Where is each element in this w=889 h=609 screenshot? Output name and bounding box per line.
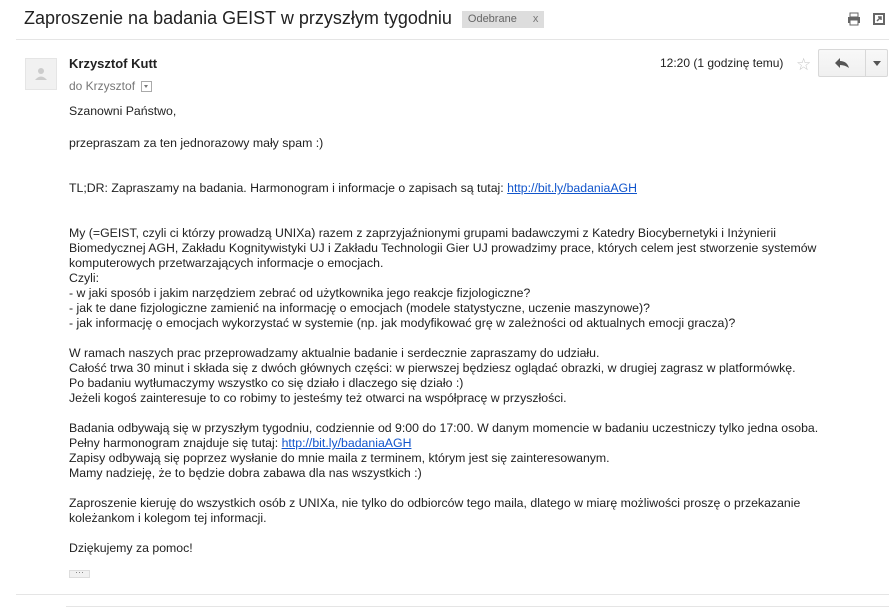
body-line: - w jaki sposób i jakim narzędziem zebra… — [69, 286, 531, 300]
label-remove-button[interactable]: x — [533, 11, 539, 28]
body-line: przepraszam za ten jednorazowy mały spam… — [69, 136, 324, 150]
body-line: W ramach naszych prac przeprowadzamy akt… — [69, 346, 600, 360]
closing: Dziękujemy za pomoc! — [69, 541, 193, 555]
subject-bar: Zaproszenie na badania GEIST w przyszłym… — [24, 8, 545, 29]
email-subject: Zaproszenie na badania GEIST w przyszłym… — [24, 8, 452, 28]
message-time[interactable]: 12:20 (1 godzinę temu) — [660, 56, 783, 70]
body-line: Po badaniu wytłumaczymy wszystko co się … — [69, 376, 464, 390]
more-actions-button[interactable] — [866, 49, 888, 77]
body-line: Zaproszenie kieruję do wszystkich osób z… — [69, 496, 801, 510]
recipients-label: do Krzysztof — [69, 79, 136, 93]
sender-name[interactable]: Krzysztof Kutt — [69, 56, 157, 71]
label-chip-text: Odebrane — [467, 13, 517, 25]
body-line: Biomedycznej AGH, Zakładu Kognitywistyki… — [69, 241, 817, 255]
tldr-text: TL;DR: Zapraszamy na badania. Harmonogra… — [69, 181, 508, 195]
body-line: - jak te dane fizjologiczne zamienić na … — [69, 301, 650, 315]
header-divider — [16, 39, 889, 40]
schedule-line: Pełny harmonogram znajduje się tutaj: ht… — [69, 436, 869, 451]
reply-box-edge — [66, 606, 889, 607]
body-line: My (=GEIST, czyli ci którzy prowadzą UNI… — [69, 226, 776, 240]
reply-button-group — [818, 49, 888, 77]
tldr-line: TL;DR: Zapraszamy na badania. Harmonogra… — [69, 181, 869, 196]
body-line: Mamy nadzieję, że to będzie dobra zabawa… — [69, 466, 422, 480]
message-body: Szanowni Państwo, przepraszam za ten jed… — [69, 104, 869, 556]
show-details-dropdown-icon[interactable] — [141, 80, 153, 92]
body-line: - jak informację o emocjach wykorzystać … — [69, 316, 736, 330]
recipients: do Krzysztof — [69, 79, 153, 93]
star-icon[interactable]: ☆ — [796, 55, 811, 75]
body-line: Czyli: — [69, 271, 100, 285]
avatar[interactable] — [25, 58, 57, 90]
body-line: komputerowych przetwarzających informacj… — [69, 256, 384, 270]
body-line: Całość trwa 30 minut i składa się z dwóc… — [69, 361, 796, 375]
person-icon — [35, 68, 47, 80]
reply-button[interactable] — [818, 49, 866, 77]
greeting: Szanowni Państwo, — [69, 104, 177, 118]
schedule-link[interactable]: http://bit.ly/badaniaAGH — [507, 181, 637, 195]
body-line: Zapisy odbywają się poprzez wysłanie do … — [69, 451, 610, 465]
show-trimmed-content-button[interactable]: ··· — [69, 568, 90, 578]
schedule-link-2[interactable]: http://bit.ly/badaniaAGH — [282, 436, 412, 450]
body-line: Badania odbywają się w przyszłym tygodni… — [69, 421, 819, 435]
label-chip-inbox[interactable]: Odebrane x — [461, 11, 545, 28]
reply-icon — [835, 58, 849, 68]
new-window-icon[interactable] — [872, 12, 886, 26]
chevron-down-icon — [872, 60, 881, 66]
print-icon[interactable] — [847, 12, 861, 26]
body-line: Jeżeli kogoś zainteresuje to co robimy t… — [69, 391, 567, 405]
message-divider — [16, 594, 889, 595]
schedule-text: Pełny harmonogram znajduje się tutaj: — [69, 436, 282, 450]
body-line: koleżankom i kolegom tej informacji. — [69, 511, 267, 525]
